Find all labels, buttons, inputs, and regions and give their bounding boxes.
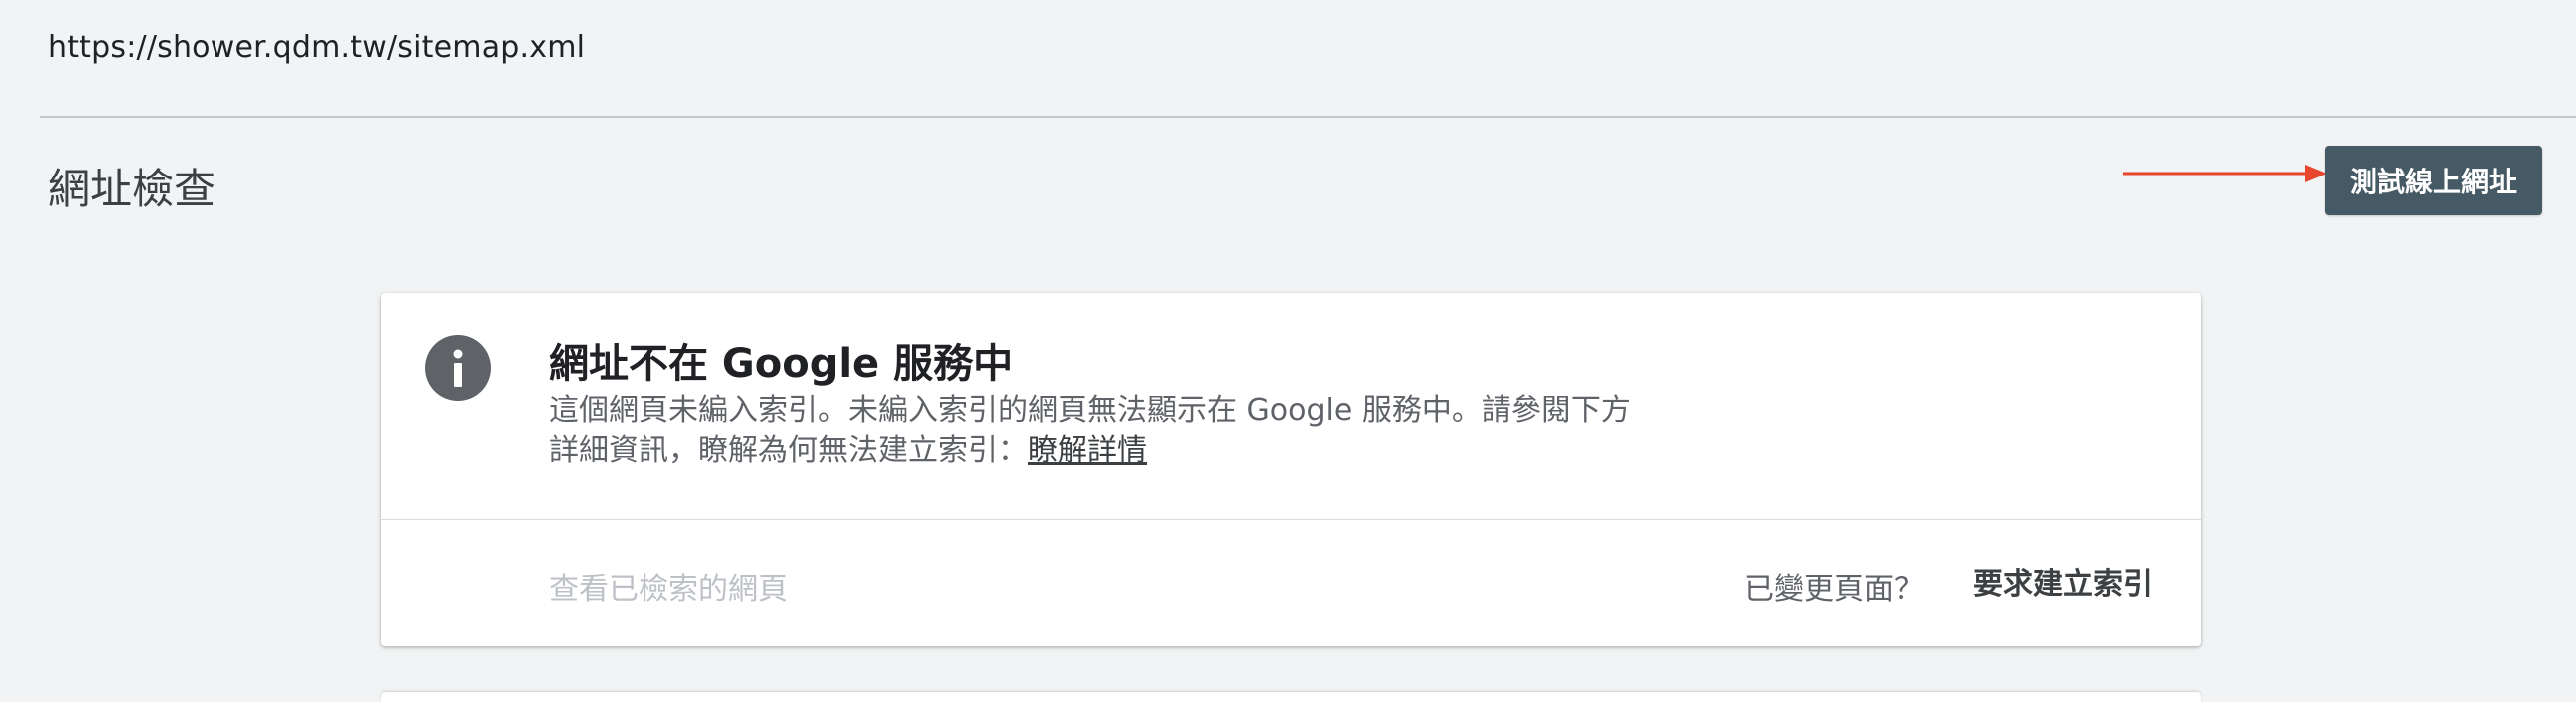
changed-page-text: 已變更頁面？ [1744,572,1924,607]
annotation-arrow-icon [2123,165,2327,182]
info-icon [425,335,491,401]
next-card [381,692,2201,702]
header-divider [40,116,2576,118]
url-display: https://shower.qdm.tw/sitemap.xml [48,30,586,65]
request-indexing-button[interactable]: 要求建立索引 [1967,556,2159,606]
description-line-1: 這個網頁未編入索引。未編入索引的網頁無法顯示在 Google 服務中。請參閱下方 [549,393,1631,428]
card-divider [381,519,2201,520]
index-status-card: 網址不在 Google 服務中 這個網頁未編入索引。未編入索引的網頁無法顯示在 … [381,293,2201,646]
view-crawled-page-link[interactable]: 查看已檢索的網頁 [549,564,788,608]
card-description: 這個網頁未編入索引。未編入索引的網頁無法顯示在 Google 服務中。請參閱下方… [549,391,1746,471]
card-title: 網址不在 Google 服務中 [549,341,1014,387]
page-title: 網址檢查 [48,165,216,213]
description-line-2-text: 詳細資訊，瞭解為何無法建立索引： [549,433,1028,468]
description-line-2: 詳細資訊，瞭解為何無法建立索引：瞭解詳情 [549,431,1746,471]
learn-more-link[interactable]: 瞭解詳情 [1028,433,1147,468]
test-live-url-button[interactable]: 測試線上網址 [2325,146,2542,215]
